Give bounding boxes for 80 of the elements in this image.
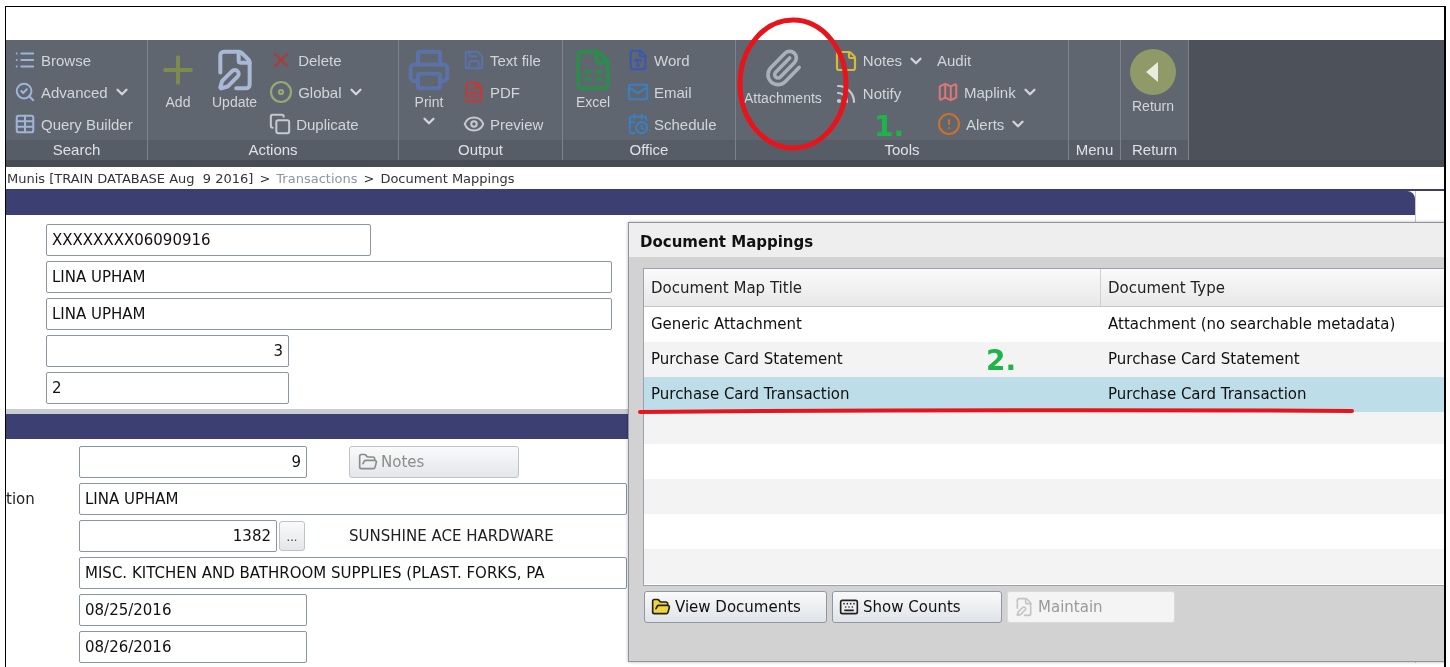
alert-icon — [937, 112, 961, 136]
ribbon-button[interactable]: Excel — [569, 44, 617, 140]
ribbon-button[interactable]: Schedule — [625, 108, 719, 140]
ribbon-button[interactable]: Preview — [461, 108, 546, 140]
grid-icon — [14, 113, 36, 135]
ribbon-button[interactable]: Query Builder — [12, 108, 135, 140]
sticky-note-icon — [833, 48, 858, 73]
input-field[interactable]: 08/26/2016 — [79, 631, 307, 663]
ribbon-button[interactable]: Print — [405, 44, 453, 140]
ribbon-button[interactable]: Duplicate — [267, 108, 367, 140]
annotation-number: 1. — [874, 113, 905, 141]
dialog-button[interactable]: Show Counts — [832, 591, 1002, 623]
lookup-button[interactable]: ... — [279, 521, 305, 551]
word-icon — [627, 49, 649, 71]
input-field[interactable]: 3 — [46, 335, 289, 367]
breadcrumb-item: Munis [TRAIN DATABASE Aug 9 2016] — [7, 170, 254, 186]
column-header[interactable]: Document Type — [1101, 269, 1444, 306]
group-label: Menu — [1069, 140, 1120, 160]
back-icon — [1129, 48, 1177, 96]
ribbon-button[interactable]: Audit — [935, 44, 1041, 76]
field-label: tion — [6, 490, 36, 508]
ribbon-button[interactable]: Delete — [267, 44, 367, 76]
ribbon-button[interactable]: Alerts — [935, 108, 1041, 140]
magnifier-icon — [14, 81, 36, 103]
folder-icon — [651, 597, 671, 617]
input-field[interactable]: LINA UPHAM — [79, 483, 627, 515]
table-cell: Attachment (no searchable metadata) — [1108, 315, 1396, 333]
annotation-number: 2. — [986, 347, 1017, 375]
ribbon-button[interactable]: Update — [210, 44, 260, 140]
vendor-name: SUNSHINE ACE HARDWARE — [349, 527, 554, 545]
input-field[interactable]: LINA UPHAM — [46, 261, 612, 293]
group-label: Tools — [736, 140, 1068, 160]
group-label: Actions — [148, 140, 398, 160]
table-cell: Purchase Card Statement — [1108, 350, 1300, 368]
ribbon-button[interactable]: Advanced — [12, 76, 135, 108]
copy-icon — [269, 113, 292, 135]
ribbon-button[interactable]: Return — [1127, 44, 1179, 140]
breadcrumb-separator: > — [259, 170, 271, 186]
ribbon-button[interactable]: Attachments — [742, 44, 824, 140]
input-field[interactable]: 9 — [79, 446, 307, 478]
pencil-page-icon — [1014, 597, 1034, 617]
breadcrumb-link[interactable]: Transactions — [276, 170, 358, 186]
table-cell: Purchase Card Statement — [651, 350, 843, 368]
folder-icon — [358, 452, 378, 472]
calendar-icon — [627, 113, 649, 135]
input-field[interactable]: MISC. KITCHEN AND BATHROOM SUPPLIES (PLAST. FORKS, PA — [79, 557, 627, 589]
keyboard-icon — [839, 597, 859, 617]
input-field[interactable]: 2 — [46, 372, 289, 404]
table-cell: Purchase Card Transaction — [651, 385, 850, 403]
ribbon-button[interactable]: Browse — [12, 44, 135, 76]
input-field[interactable]: XXXXXXXX06090916 — [46, 224, 371, 256]
ribbon-button[interactable]: Text file — [461, 44, 546, 76]
table-cell: Generic Attachment — [651, 315, 802, 333]
ring-icon — [269, 80, 294, 104]
input-field[interactable]: 08/25/2016 — [79, 594, 307, 626]
table-cell: Purchase Card Transaction — [1108, 385, 1307, 403]
breadcrumb-separator: > — [363, 170, 375, 186]
ribbon-button[interactable]: Notes — [831, 44, 927, 77]
map-icon — [937, 81, 959, 103]
table-row[interactable]: Purchase Card Transaction Purchase Card Transaction — [644, 377, 1444, 412]
input-field[interactable]: 1382 — [79, 520, 277, 552]
group-label: Return — [1121, 140, 1188, 160]
column-header[interactable]: Document Map Title — [644, 269, 1101, 306]
ribbon-button[interactable]: Global — [267, 76, 367, 108]
breadcrumb-item: Document Mappings — [380, 170, 515, 186]
ribbon-button[interactable]: Notify — [831, 77, 927, 110]
group-label: Output — [399, 140, 562, 160]
group-label: Office — [563, 140, 735, 160]
dialog-button[interactable]: View Documents — [644, 591, 827, 623]
ribbon-button[interactable]: Word — [625, 44, 719, 76]
group-label: Search — [6, 140, 147, 160]
pdf-icon — [463, 81, 485, 103]
ribbon-button[interactable]: Email — [625, 76, 719, 108]
printer-icon — [407, 48, 451, 92]
ribbon-button[interactable]: Add — [154, 44, 202, 140]
dialog-title: Document Mappings — [629, 223, 1444, 257]
ribbon-button[interactable]: PDF — [461, 76, 546, 108]
mail-icon — [627, 81, 649, 103]
ribbon-button[interactable]: Maplink — [935, 76, 1041, 108]
input-field[interactable]: LINA UPHAM — [46, 298, 612, 330]
